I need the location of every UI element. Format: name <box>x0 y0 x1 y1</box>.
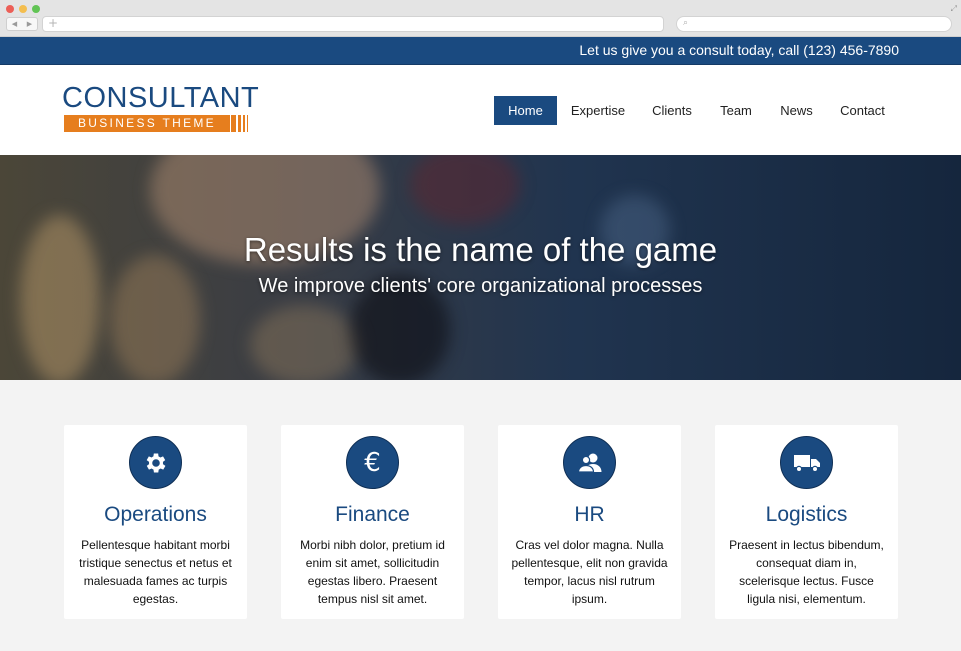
close-window-button[interactable] <box>6 5 14 13</box>
service-card-logistics[interactable]: Logistics Praesent in lectus bibendum, c… <box>715 425 898 619</box>
site-header: CONSULTANT BUSINESS THEME Home Expertise… <box>0 65 961 155</box>
users-icon <box>577 453 601 473</box>
consult-callout-text: Let us give you a consult today, call (1… <box>579 42 899 58</box>
card-title: Finance <box>335 503 410 526</box>
nav-clients[interactable]: Clients <box>644 96 700 125</box>
service-card-hr[interactable]: HR Cras vel dolor magna. Nulla pellentes… <box>498 425 681 619</box>
address-bar[interactable]: + <box>42 16 664 32</box>
nav-home[interactable]: Home <box>494 96 557 125</box>
hero-chess-piece-shape <box>250 305 360 380</box>
operations-icon-circle <box>129 436 182 489</box>
logo-stripes <box>231 115 249 132</box>
nav-expertise[interactable]: Expertise <box>562 96 634 125</box>
nav-contact[interactable]: Contact <box>832 96 893 125</box>
card-title: HR <box>574 503 605 526</box>
back-arrow-icon[interactable]: ◀ <box>12 20 17 28</box>
card-title: Operations <box>104 503 207 526</box>
gear-icon <box>146 452 165 473</box>
card-text: Praesent in lectus bibendum, consequat d… <box>729 538 884 606</box>
euro-icon: € <box>364 447 381 478</box>
card-text: Pellentesque habitant morbi tristique se… <box>79 538 232 606</box>
card-text: Morbi nibh dolor, pretium id enim sit am… <box>300 538 445 606</box>
browser-chrome: ◀ ▶ + ⌕ ⤢ <box>0 0 961 37</box>
logo-subtitle-bar: BUSINESS THEME <box>64 115 230 132</box>
truck-icon <box>793 454 820 472</box>
finance-icon-circle: € <box>346 436 399 489</box>
hero-title: Results is the name of the game <box>243 231 718 268</box>
fullscreen-icon[interactable]: ⤢ <box>951 4 957 14</box>
hr-icon-circle <box>563 436 616 489</box>
service-card-operations[interactable]: Operations Pellentesque habitant morbi t… <box>64 425 247 619</box>
maximize-window-button[interactable] <box>32 5 40 13</box>
logistics-icon-circle <box>780 436 833 489</box>
new-tab-plus-icon[interactable]: + <box>48 16 58 30</box>
hero-subtitle: We improve clients' core organizational … <box>258 275 703 297</box>
top-contact-bar: Let us give you a consult today, call (1… <box>0 37 961 65</box>
logo-title: CONSULTANT <box>62 82 260 114</box>
hero-chess-piece-shape <box>110 255 200 380</box>
nav-team[interactable]: Team <box>711 96 761 125</box>
service-card-finance[interactable]: € Finance Morbi nibh dolor, pretium id e… <box>281 425 464 619</box>
forward-arrow-icon[interactable]: ▶ <box>27 20 32 28</box>
card-text: Cras vel dolor magna. Nulla pellentesque… <box>511 538 668 606</box>
search-icon: ⌕ <box>683 18 689 28</box>
nav-news[interactable]: News <box>772 96 821 125</box>
minimize-window-button[interactable] <box>19 5 27 13</box>
hero-red-blur <box>410 155 520 225</box>
back-forward-buttons[interactable]: ◀ ▶ <box>6 17 38 31</box>
logo-subtitle: BUSINESS THEME <box>77 116 216 130</box>
card-title: Logistics <box>765 503 848 526</box>
hero-banner: Results is the name of the game We impro… <box>0 155 961 380</box>
browser-search-field[interactable]: ⌕ <box>676 16 952 32</box>
